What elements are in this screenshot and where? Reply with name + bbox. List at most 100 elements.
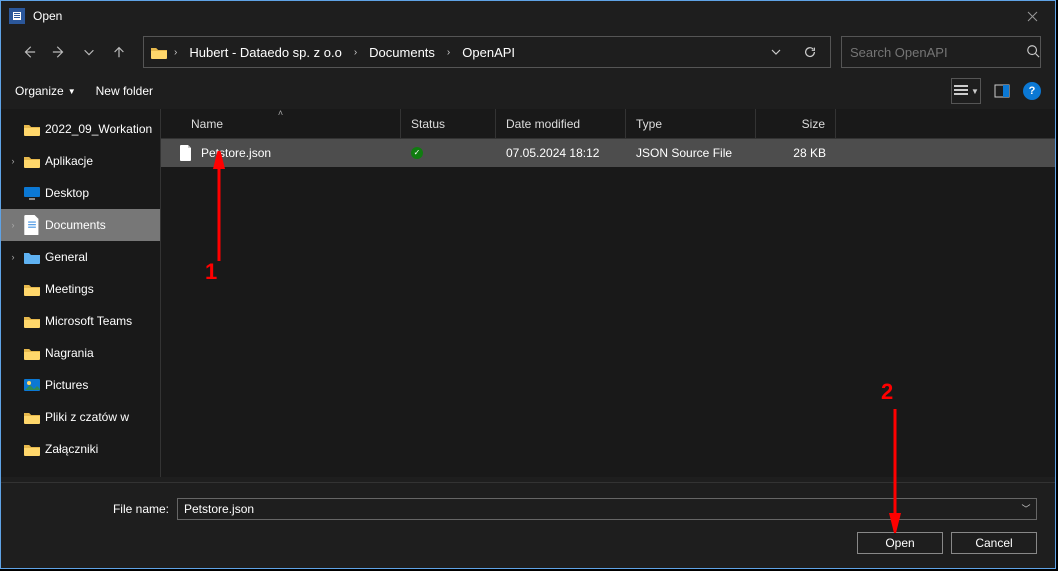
preview-icon (994, 84, 1010, 98)
chevron-down-icon: ▼ (68, 87, 76, 96)
annotation-arrow-1 (207, 151, 231, 271)
tree-item[interactable]: › Documents (1, 209, 160, 241)
general-icon (23, 249, 41, 265)
titlebar-title: Open (33, 9, 62, 23)
column-status[interactable]: Status (401, 109, 496, 138)
pictures-icon (23, 377, 41, 393)
filename-combo[interactable]: ﹀ (177, 498, 1037, 520)
tree-item[interactable]: Meetings (1, 273, 160, 305)
list-header: ˄Name Status Date modified Type Size (161, 109, 1055, 139)
file-size-cell: 28 KB (756, 139, 836, 167)
file-list: ˄Name Status Date modified Type Size Pet… (161, 109, 1055, 477)
folder-icon (23, 153, 41, 169)
tree-item[interactable]: Pliki z czatów w (1, 401, 160, 433)
recent-locations-button[interactable] (75, 38, 103, 66)
breadcrumb-dropdown-button[interactable] (762, 40, 790, 64)
cancel-button[interactable]: Cancel (951, 532, 1037, 554)
tree-item-label: Pliki z czatów w (45, 410, 129, 424)
open-button[interactable]: Open (857, 532, 943, 554)
chevron-right-icon[interactable]: › (170, 47, 181, 58)
titlebar: Open (1, 1, 1055, 31)
tree-item[interactable]: Pictures (1, 369, 160, 401)
toolbar: Organize ▼ New folder ▼ ? (1, 73, 1055, 109)
list-icon (953, 84, 969, 98)
folder-icon (23, 409, 41, 425)
column-size[interactable]: Size (756, 109, 836, 138)
open-dialog: Open › Hubert - Dataedo sp. z o.o › Docu… (0, 0, 1056, 569)
chevron-down-icon (82, 45, 96, 59)
file-type-cell: JSON Source File (626, 139, 756, 167)
tree-item[interactable]: › General (1, 241, 160, 273)
new-folder-button[interactable]: New folder (96, 84, 153, 98)
doc-icon (23, 217, 41, 233)
folder-icon (23, 281, 41, 297)
file-row[interactable]: Petstore.json 07.05.2024 18:12 JSON Sour… (161, 139, 1055, 167)
tree-item-label: Aplikacje (45, 154, 93, 168)
folder-icon (23, 121, 41, 137)
organize-button[interactable]: Organize ▼ (15, 84, 76, 98)
tree-item-label: Microsoft Teams (45, 314, 132, 328)
folder-icon (23, 313, 41, 329)
search-icon[interactable] (1026, 44, 1040, 61)
chevron-down-icon: ▼ (971, 87, 979, 96)
filename-dropdown-button[interactable]: ﹀ (1016, 502, 1036, 515)
expand-icon[interactable]: › (7, 156, 19, 166)
column-type[interactable]: Type (626, 109, 756, 138)
search-box[interactable] (841, 36, 1041, 68)
tree-item-label: Załączniki (45, 442, 98, 456)
chevron-down-icon (770, 46, 782, 58)
breadcrumb-segment[interactable]: Hubert - Dataedo sp. z o.o (183, 42, 347, 63)
folder-icon (23, 345, 41, 361)
monitor-icon (23, 185, 41, 201)
synced-icon (411, 147, 423, 159)
tree-item[interactable]: 2022_09_Workation (1, 113, 160, 145)
up-button[interactable] (105, 38, 133, 66)
dialog-buttons: Open Cancel (19, 532, 1037, 554)
breadcrumb-segment[interactable]: Documents (363, 42, 441, 63)
tree-item[interactable]: › Aplikacje (1, 145, 160, 177)
sort-ascending-icon: ˄ (278, 108, 283, 118)
chevron-right-icon[interactable]: › (443, 47, 454, 58)
refresh-icon (803, 45, 817, 59)
expand-icon[interactable]: › (7, 252, 19, 262)
file-date-cell: 07.05.2024 18:12 (496, 139, 626, 167)
tree-item-label: Meetings (45, 282, 94, 296)
folder-icon (23, 441, 41, 457)
tree-item[interactable]: Załączniki (1, 433, 160, 465)
annotation-arrow-2 (883, 403, 907, 533)
breadcrumb[interactable]: › Hubert - Dataedo sp. z o.o › Documents… (143, 36, 831, 68)
refresh-button[interactable] (796, 40, 824, 64)
preview-pane-button[interactable] (987, 78, 1017, 104)
tree-item-label: Nagrania (45, 346, 94, 360)
nav-row: › Hubert - Dataedo sp. z o.o › Documents… (1, 31, 1055, 73)
tree-item[interactable]: Desktop (1, 177, 160, 209)
folder-tree[interactable]: 2022_09_Workation › Aplikacje Desktop › Docum… (1, 109, 161, 477)
expand-icon[interactable]: › (7, 220, 19, 230)
column-date[interactable]: Date modified (496, 109, 626, 138)
tree-item-label: Desktop (45, 186, 89, 200)
forward-button[interactable] (45, 38, 73, 66)
breadcrumb-segment[interactable]: OpenAPI (456, 42, 521, 63)
file-name-cell: Petstore.json (161, 139, 401, 167)
file-status-cell (401, 139, 496, 167)
chevron-right-icon[interactable]: › (350, 47, 361, 58)
tree-item-label: Pictures (45, 378, 88, 392)
tree-item[interactable]: Nagrania (1, 337, 160, 369)
close-button[interactable] (1009, 1, 1055, 31)
tree-item-label: Documents (45, 218, 106, 232)
close-icon (1027, 11, 1038, 22)
back-button[interactable] (15, 38, 43, 66)
organize-label: Organize (15, 84, 64, 98)
column-name[interactable]: ˄Name (161, 109, 401, 138)
view-details-button[interactable]: ▼ (951, 78, 981, 104)
file-icon (179, 145, 193, 161)
search-input[interactable] (850, 45, 1026, 60)
arrow-up-icon (112, 45, 126, 59)
tree-item-label: 2022_09_Workation (45, 122, 152, 136)
filename-label: File name: (19, 502, 169, 516)
tree-item-label: General (45, 250, 88, 264)
arrow-left-icon (22, 45, 36, 59)
tree-item[interactable]: Microsoft Teams (1, 305, 160, 337)
folder-icon (150, 44, 168, 60)
help-button[interactable]: ? (1023, 82, 1041, 100)
